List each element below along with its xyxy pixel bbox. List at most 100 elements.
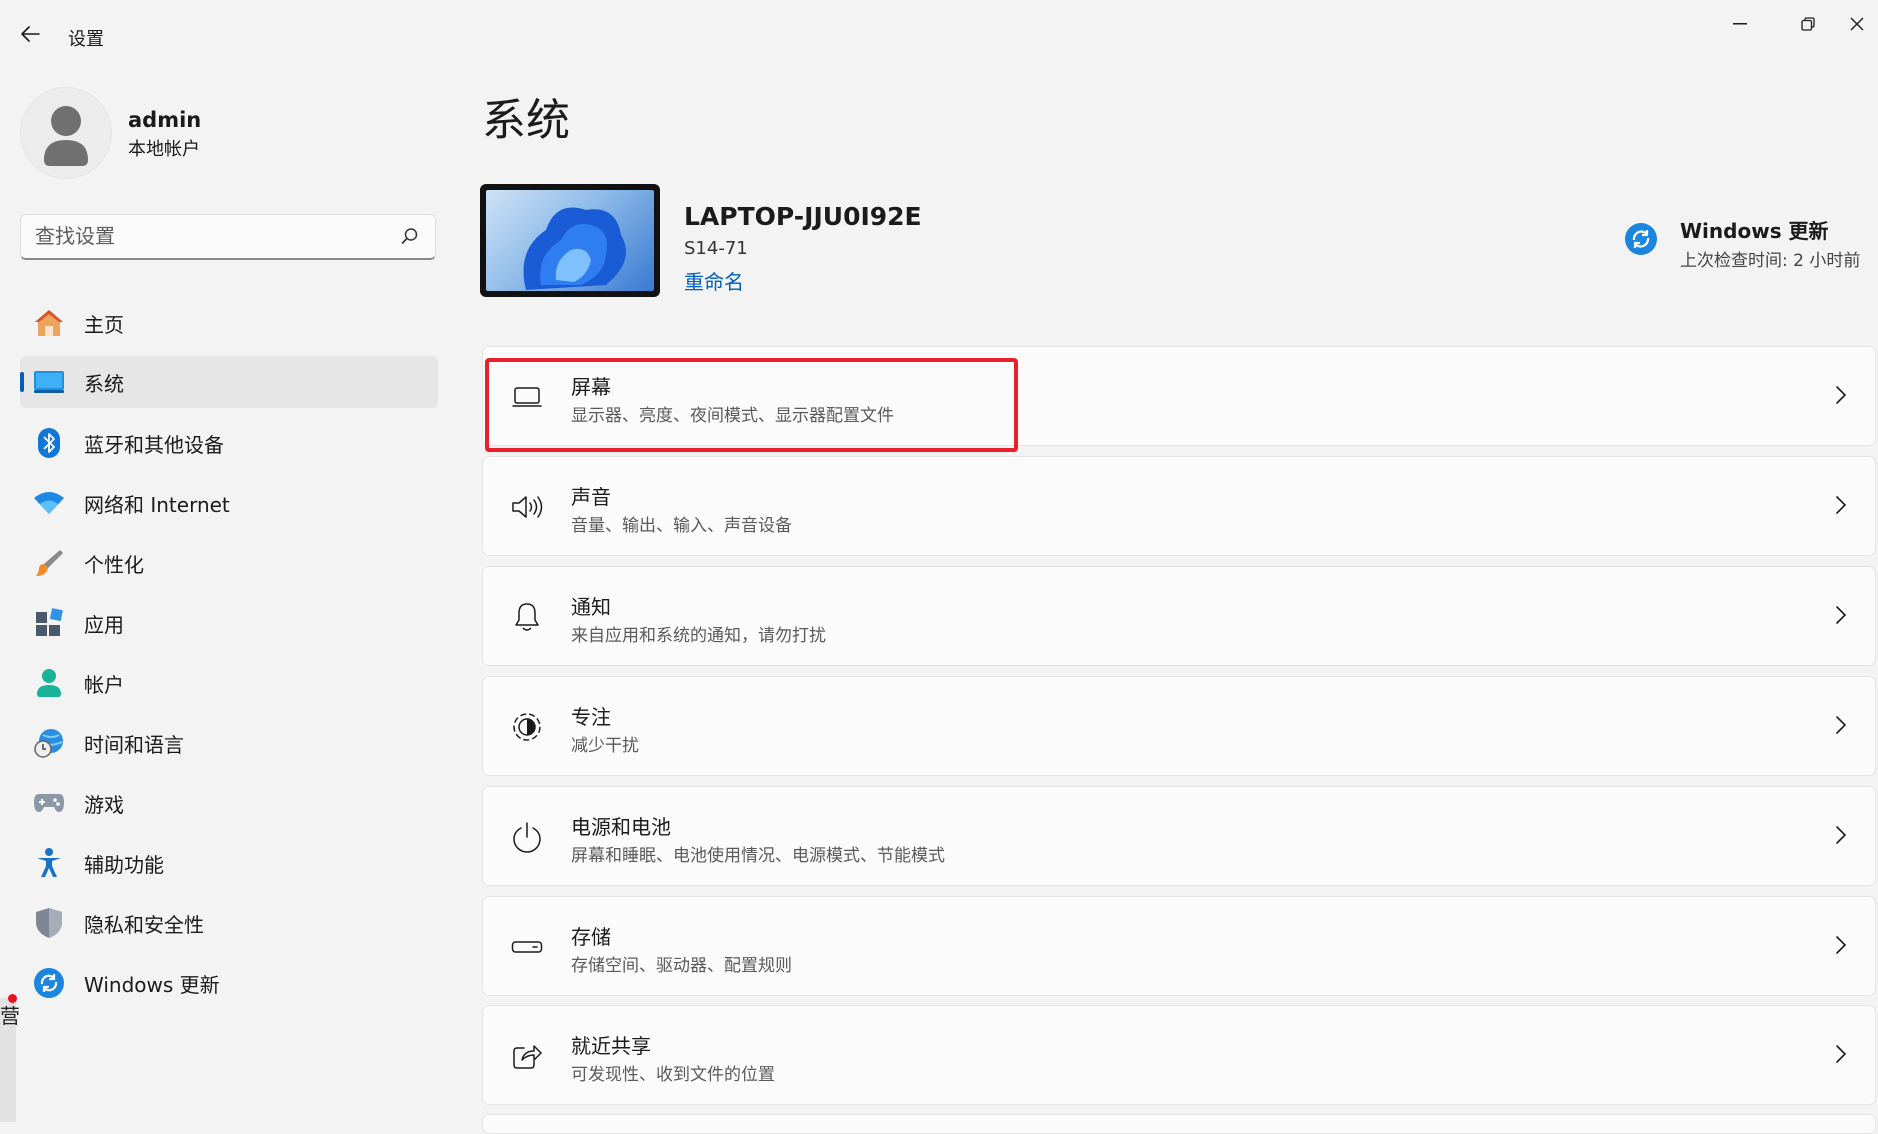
edge-glyph: 营	[0, 1004, 20, 1028]
storage-icon	[509, 929, 545, 965]
sidebar-item-home[interactable]: 主页	[20, 297, 438, 349]
speaker-icon	[509, 489, 545, 525]
card-subtitle: 可发现性、收到文件的位置	[571, 1065, 775, 1085]
sidebar-item-windows-update[interactable]: Windows 更新	[20, 957, 438, 1009]
device-name: LAPTOP-JJU0I92E	[684, 202, 922, 231]
card-title: 存储	[571, 925, 611, 949]
sidebar-item-gaming[interactable]: 游戏	[20, 777, 438, 829]
wifi-icon	[32, 486, 66, 520]
card-subtitle: 屏幕和睡眠、电池使用情况、电源模式、节能模式	[571, 846, 945, 866]
sidebar-item-label: 应用	[84, 612, 124, 637]
sidebar-item-label: 主页	[84, 312, 124, 337]
apps-icon	[32, 606, 66, 640]
sidebar-item-label: 游戏	[84, 792, 124, 817]
sidebar-item-label: Windows 更新	[84, 972, 220, 997]
card-title: 电源和电池	[571, 815, 671, 839]
user-silhouette-icon	[44, 106, 88, 166]
card-title: 通知	[571, 595, 611, 619]
page-title: 系统	[482, 95, 570, 146]
sidebar-item-bluetooth[interactable]: 蓝牙和其他设备	[20, 417, 438, 469]
close-icon	[1850, 17, 1864, 31]
sidebar-item-accessibility[interactable]: 辅助功能	[20, 837, 438, 889]
sidebar-item-system[interactable]: 系统	[20, 356, 438, 408]
card-title: 就近共享	[571, 1034, 651, 1058]
card-title: 专注	[571, 705, 611, 729]
minimize-icon	[1733, 23, 1747, 25]
rename-link[interactable]: 重命名	[684, 266, 744, 295]
settings-card-sound[interactable]: 声音 音量、输出、输入、声音设备	[482, 456, 1876, 556]
sidebar-item-label: 蓝牙和其他设备	[84, 432, 224, 457]
chevron-right-icon	[1835, 935, 1847, 959]
settings-card-partial[interactable]	[482, 1114, 1876, 1134]
account-icon	[32, 666, 66, 700]
sidebar-item-accounts[interactable]: 帐户	[20, 657, 438, 709]
search-box[interactable]	[20, 214, 436, 260]
system-icon	[32, 365, 66, 399]
update-title[interactable]: Windows 更新	[1680, 215, 1829, 244]
bluetooth-icon	[32, 426, 66, 460]
sidebar-item-label: 时间和语言	[84, 732, 184, 757]
focus-icon	[509, 709, 545, 745]
settings-card-power[interactable]: 电源和电池 屏幕和睡眠、电池使用情况、电源模式、节能模式	[482, 786, 1876, 886]
account-type: 本地帐户	[128, 139, 200, 160]
avatar[interactable]	[20, 87, 112, 179]
restore-button[interactable]	[1783, 8, 1833, 40]
update-last-checked: 上次检查时间: 2 小时前	[1680, 251, 1861, 271]
settings-card-nearby-sharing[interactable]: 就近共享 可发现性、收到文件的位置	[482, 1005, 1876, 1105]
sidebar-item-label: 辅助功能	[84, 852, 164, 877]
settings-card-storage[interactable]: 存储 存储空间、驱动器、配置规则	[482, 896, 1876, 996]
settings-card-focus[interactable]: 专注 减少干扰	[482, 676, 1876, 776]
card-subtitle: 音量、输出、输入、声音设备	[571, 516, 792, 536]
sidebar-item-time-language[interactable]: 时间和语言	[20, 717, 438, 769]
card-subtitle: 来自应用和系统的通知，请勿打扰	[571, 626, 826, 646]
chevron-right-icon	[1835, 1044, 1847, 1068]
accessibility-icon	[32, 846, 66, 880]
wallpaper-bloom-image	[486, 190, 654, 291]
sidebar-item-label: 帐户	[84, 672, 124, 697]
display-icon	[509, 379, 545, 415]
sidebar-item-label: 个性化	[84, 552, 144, 577]
chevron-right-icon	[1835, 385, 1847, 409]
sidebar-item-label: 隐私和安全性	[84, 912, 204, 937]
chevron-right-icon	[1835, 605, 1847, 629]
account-name: admin	[128, 108, 202, 132]
sidebar-item-label: 系统	[84, 371, 124, 396]
device-image	[480, 184, 660, 297]
settings-card-display[interactable]: 屏幕 显示器、亮度、夜间模式、显示器配置文件	[482, 346, 1876, 446]
gamepad-icon	[32, 786, 66, 820]
close-button[interactable]	[1850, 8, 1878, 40]
notification-dot	[8, 994, 17, 1003]
settings-card-notifications[interactable]: 通知 来自应用和系统的通知，请勿打扰	[482, 566, 1876, 666]
card-subtitle: 减少干扰	[571, 736, 639, 756]
bell-icon	[509, 599, 545, 635]
sidebar-item-apps[interactable]: 应用	[20, 597, 438, 649]
card-subtitle: 显示器、亮度、夜间模式、显示器配置文件	[571, 406, 894, 426]
search-input[interactable]	[35, 215, 375, 257]
card-title: 屏幕	[571, 375, 611, 399]
windows-update-status-icon[interactable]	[1624, 222, 1658, 260]
time-language-icon	[32, 726, 66, 760]
chevron-right-icon	[1835, 495, 1847, 519]
back-button[interactable]	[14, 18, 46, 50]
brush-icon	[32, 546, 66, 580]
restore-icon	[1801, 17, 1815, 31]
device-model: S14-71	[684, 238, 748, 259]
sidebar-item-network[interactable]: 网络和 Internet	[20, 477, 438, 529]
chevron-right-icon	[1835, 715, 1847, 739]
sidebar-item-label: 网络和 Internet	[84, 492, 230, 517]
home-icon	[32, 306, 66, 340]
back-arrow-icon	[21, 26, 40, 42]
selection-indicator	[20, 372, 24, 392]
card-subtitle: 存储空间、驱动器、配置规则	[571, 956, 792, 976]
windows-update-icon	[32, 966, 66, 1000]
card-title: 声音	[571, 485, 611, 509]
power-icon	[509, 819, 545, 855]
search-icon[interactable]	[401, 227, 419, 245]
chevron-right-icon	[1835, 825, 1847, 849]
shield-icon	[32, 906, 66, 940]
share-icon	[509, 1038, 545, 1074]
minimize-button[interactable]	[1715, 8, 1765, 40]
sidebar-item-privacy[interactable]: 隐私和安全性	[20, 897, 438, 949]
app-title: 设置	[68, 29, 104, 50]
sidebar-item-personalization[interactable]: 个性化	[20, 537, 438, 589]
